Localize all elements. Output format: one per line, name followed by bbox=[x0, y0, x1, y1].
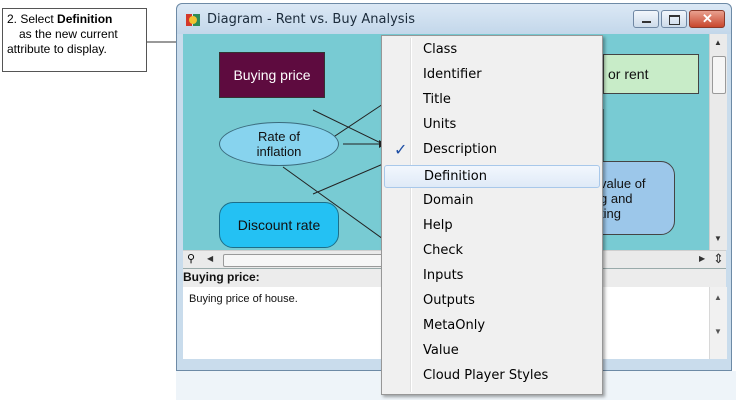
menu-item-label: Domain bbox=[423, 192, 474, 208]
scroll-left-icon[interactable]: ◀ bbox=[207, 254, 213, 263]
menu-item-metaonly[interactable]: MetaOnly bbox=[384, 315, 600, 338]
node-partial-rent[interactable]: or rent bbox=[603, 54, 699, 94]
attr-scroll-up-icon[interactable]: ▲ bbox=[714, 293, 722, 302]
menu-item-label: MetaOnly bbox=[423, 318, 486, 334]
attr-scroll-down-icon[interactable]: ▼ bbox=[714, 327, 722, 336]
menu-item-label: Help bbox=[423, 217, 453, 233]
menu-item-label: Units bbox=[423, 117, 457, 133]
attribute-scrollbar[interactable]: ▲ ▼ bbox=[709, 287, 727, 359]
diagram-vertical-scrollbar[interactable]: ▲ ▼ bbox=[709, 34, 727, 250]
attribute-context-menu: Class Identifier Title Units ✓ Description Def… bbox=[381, 35, 603, 395]
close-icon[interactable]: ✕ bbox=[689, 10, 725, 28]
menu-item-label: Cloud Player Styles bbox=[423, 368, 549, 384]
menu-item-label: Inputs bbox=[423, 267, 464, 283]
scroll-up-icon[interactable]: ▲ bbox=[714, 38, 722, 47]
menu-item-label: Title bbox=[423, 92, 451, 108]
menu-item-cloud-player-styles[interactable]: Cloud Player Styles bbox=[384, 365, 600, 388]
window-title: Diagram - Rent vs. Buy Analysis bbox=[207, 12, 415, 27]
menu-item-units[interactable]: Units bbox=[384, 114, 600, 137]
node-rate-of-inflation[interactable]: Rate of inflation bbox=[219, 122, 339, 166]
menu-item-help[interactable]: Help bbox=[384, 215, 600, 238]
scroll-thumb[interactable] bbox=[712, 56, 726, 94]
hscroll-thumb[interactable] bbox=[223, 254, 383, 267]
minimize-icon[interactable] bbox=[633, 10, 659, 28]
menu-item-label: Class bbox=[423, 42, 458, 57]
menu-item-label: Outputs bbox=[423, 293, 475, 308]
menu-item-label: Check bbox=[423, 242, 463, 258]
menu-item-outputs[interactable]: Outputs bbox=[384, 290, 600, 313]
scroll-right-icon[interactable]: ▶ bbox=[699, 254, 705, 263]
menu-item-check[interactable]: Check bbox=[384, 240, 600, 263]
menu-item-identifier[interactable]: Identifier bbox=[384, 64, 600, 87]
maximize-icon[interactable] bbox=[661, 10, 687, 28]
checkmark-icon: ✓ bbox=[394, 140, 408, 160]
node-buying-price[interactable]: Buying price bbox=[219, 52, 325, 98]
analytica-icon bbox=[186, 14, 200, 26]
attribute-label: Buying price: bbox=[183, 270, 260, 284]
splitter-icon[interactable]: ⇕ bbox=[713, 251, 724, 267]
attribute-text: Buying price of house. bbox=[189, 293, 298, 305]
scroll-down-icon[interactable]: ▼ bbox=[714, 234, 722, 243]
pin-icon[interactable]: ⚲ bbox=[187, 252, 195, 265]
menu-item-domain[interactable]: Domain bbox=[384, 190, 600, 213]
menu-item-description[interactable]: ✓ Description bbox=[384, 139, 600, 162]
menu-item-inputs[interactable]: Inputs bbox=[384, 265, 600, 288]
node-discount-rate[interactable]: Discount rate bbox=[219, 202, 339, 248]
menu-item-label: Value bbox=[423, 343, 459, 359]
menu-item-value[interactable]: Value bbox=[384, 340, 600, 363]
menu-item-label: Identifier bbox=[423, 67, 482, 83]
menu-item-class[interactable]: Class bbox=[384, 39, 600, 62]
menu-item-definition[interactable]: Definition bbox=[384, 164, 600, 188]
menu-item-label: Definition bbox=[424, 168, 487, 184]
title-bar[interactable]: Diagram - Rent vs. Buy Analysis ✕ bbox=[177, 4, 731, 34]
menu-item-label: Description bbox=[423, 142, 498, 158]
menu-item-title[interactable]: Title bbox=[384, 89, 600, 112]
